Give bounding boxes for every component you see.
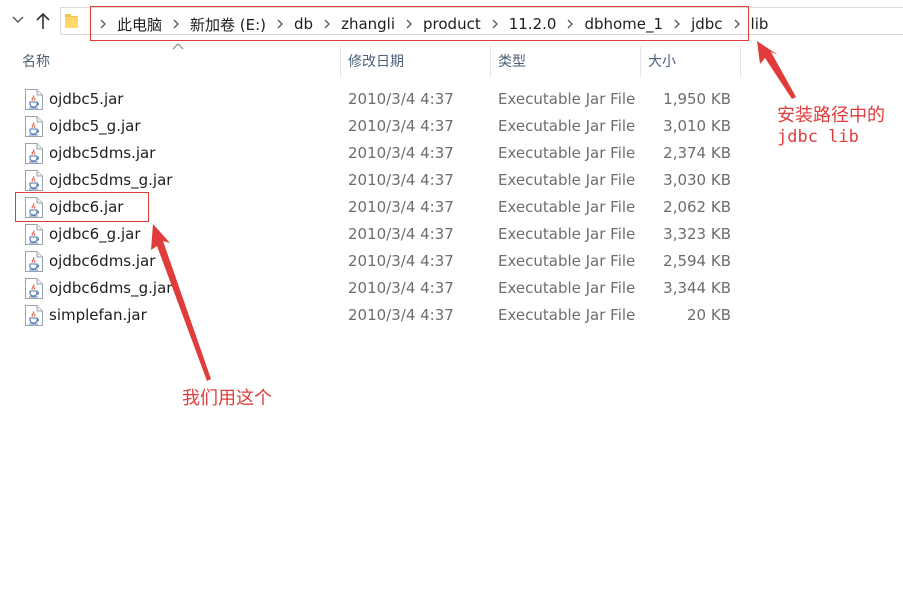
file-list: ojdbc5.jar 2010/3/4 4:37 Executable Jar … [0,86,760,329]
file-name: ojdbc5dms.jar [49,144,156,162]
file-name: ojdbc5dms_g.jar [49,171,173,189]
file-type: Executable Jar File [498,252,636,270]
file-type: Executable Jar File [498,225,636,243]
column-header-type[interactable]: 类型 [498,46,526,78]
jar-file-icon [25,305,43,326]
chevron-right-icon[interactable] [487,17,503,31]
file-date: 2010/3/4 4:37 [348,279,454,297]
breadcrumb-item[interactable]: product [422,15,482,33]
breadcrumb-item-current[interactable]: lib [750,15,770,33]
jar-file-icon [25,89,43,110]
file-type: Executable Jar File [498,171,636,189]
file-date: 2010/3/4 4:37 [348,144,454,162]
file-size: 20 KB [687,306,731,324]
file-date: 2010/3/4 4:37 [348,90,454,108]
column-header-date[interactable]: 修改日期 [348,46,404,78]
file-name: simplefan.jar [49,306,147,324]
file-date: 2010/3/4 4:37 [348,171,454,189]
file-size: 2,594 KB [663,252,731,270]
file-row[interactable]: ojdbc6dms.jar 2010/3/4 4:37 Executable J… [0,248,760,275]
breadcrumb-item[interactable]: db [293,15,314,33]
breadcrumb-item[interactable]: zhangli [340,15,396,33]
annotation-path-note-line2: jdbc lib [777,127,859,147]
file-date: 2010/3/4 4:37 [348,306,454,324]
breadcrumb-item[interactable]: 11.2.0 [508,15,558,33]
file-type: Executable Jar File [498,117,636,135]
chevron-right-icon[interactable] [168,17,184,31]
jar-file-icon [25,116,43,137]
file-type: Executable Jar File [498,279,636,297]
file-row[interactable]: simplefan.jar 2010/3/4 4:37 Executable J… [0,302,760,329]
file-size: 2,374 KB [663,144,731,162]
file-size: 2,062 KB [663,198,731,216]
breadcrumb-item[interactable]: 此电脑 [116,14,163,35]
folder-icon [65,14,78,28]
breadcrumb-item[interactable]: 新加卷 (E:) [189,14,267,35]
column-divider[interactable] [740,46,741,78]
file-row[interactable]: ojdbc5dms.jar 2010/3/4 4:37 Executable J… [0,140,760,167]
column-header-name[interactable]: 名称 [22,46,50,78]
arrow-up-icon[interactable] [34,11,52,31]
breadcrumb: 此电脑 新加卷 (E:) db zhangli product 11.2.0 d… [90,8,769,40]
file-name: ojdbc5_g.jar [49,117,141,135]
file-name: ojdbc5.jar [49,90,124,108]
chevron-right-icon[interactable] [401,17,417,31]
file-name: ojdbc6dms_g.jar [49,279,173,297]
file-date: 2010/3/4 4:37 [348,198,454,216]
jar-file-icon [25,143,43,164]
file-row[interactable]: ojdbc6dms_g.jar 2010/3/4 4:37 Executable… [0,275,760,302]
sort-caret-icon [172,43,184,50]
chevron-right-icon[interactable] [669,17,685,31]
column-divider[interactable] [340,46,341,78]
file-name: ojdbc6_g.jar [49,225,141,243]
annotation-path-note-line1: 安装路径中的 [777,105,885,126]
chevron-right-icon[interactable] [95,17,111,31]
chevron-down-icon[interactable] [10,12,26,28]
jar-file-icon [25,251,43,272]
chevron-right-icon[interactable] [562,17,578,31]
chevron-right-icon[interactable] [319,17,335,31]
breadcrumb-item[interactable]: dbhome_1 [583,15,664,33]
column-header-size[interactable]: 大小 [648,46,676,78]
file-row[interactable]: ojdbc5.jar 2010/3/4 4:37 Executable Jar … [0,86,760,113]
jar-file-icon [25,278,43,299]
file-row[interactable]: ojdbc6.jar 2010/3/4 4:37 Executable Jar … [0,194,760,221]
annotation-file-note: 我们用这个 [182,388,272,409]
file-size: 3,344 KB [663,279,731,297]
file-size: 3,010 KB [663,117,731,135]
file-explorer-window: 此电脑 新加卷 (E:) db zhangli product 11.2.0 d… [0,0,903,597]
file-type: Executable Jar File [498,144,636,162]
file-size: 3,323 KB [663,225,731,243]
column-divider[interactable] [640,46,641,78]
file-row[interactable]: ojdbc5dms_g.jar 2010/3/4 4:37 Executable… [0,167,760,194]
file-name: ojdbc6dms.jar [49,252,156,270]
file-row[interactable]: ojdbc6_g.jar 2010/3/4 4:37 Executable Ja… [0,221,760,248]
file-type: Executable Jar File [498,198,636,216]
file-date: 2010/3/4 4:37 [348,252,454,270]
breadcrumb-item[interactable]: jdbc [690,15,723,33]
jar-file-icon [25,197,43,218]
file-type: Executable Jar File [498,306,636,324]
jar-file-icon [25,224,43,245]
jar-file-icon [25,170,43,191]
chevron-right-icon[interactable] [729,17,745,31]
chevron-right-icon[interactable] [272,17,288,31]
file-size: 1,950 KB [663,90,731,108]
file-date: 2010/3/4 4:37 [348,117,454,135]
file-name: ojdbc6.jar [49,198,124,216]
file-size: 3,030 KB [663,171,731,189]
file-row[interactable]: ojdbc5_g.jar 2010/3/4 4:37 Executable Ja… [0,113,760,140]
column-divider[interactable] [490,46,491,78]
arrow-to-path [757,41,796,99]
file-date: 2010/3/4 4:37 [348,225,454,243]
file-type: Executable Jar File [498,90,636,108]
